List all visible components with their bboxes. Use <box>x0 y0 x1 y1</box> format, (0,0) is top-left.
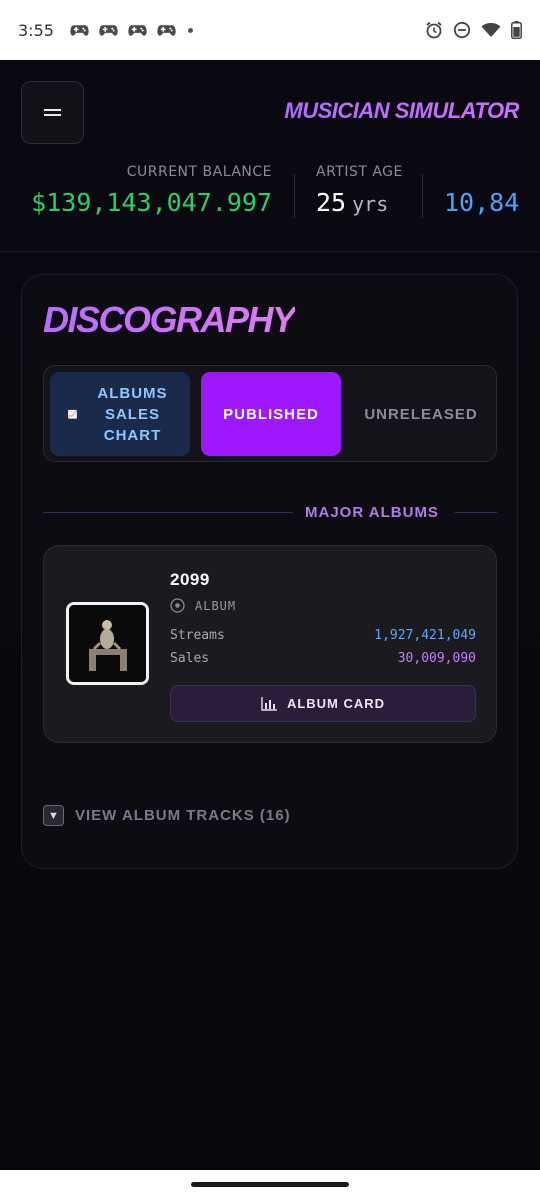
tab-chart-label: ALBUMS SALES CHART <box>97 384 168 444</box>
sales-row: Sales 30,009,090 <box>170 651 476 666</box>
third-stat-value: 10,84 <box>444 188 520 217</box>
stat-divider <box>294 174 295 218</box>
system-icons <box>425 21 522 39</box>
section-heading-text: MAJOR ALBUMS <box>305 504 439 521</box>
view-album-tracks-label: VIEW ALBUM TRACKS (16) <box>75 807 291 824</box>
tab-unreleased[interactable]: UNRELEASED <box>349 372 493 456</box>
alarm-icon <box>426 21 442 39</box>
more-notifications-dot <box>187 27 193 33</box>
menu-button[interactable] <box>21 81 84 144</box>
album-title: 2099 <box>170 570 210 589</box>
expand-triangle-icon: ▼ <box>43 805 64 826</box>
age-label: ARTIST AGE <box>316 164 403 180</box>
age-value-row: 25 yrs <box>316 188 403 217</box>
bar-chart-icon <box>261 696 277 711</box>
album-card-button[interactable]: ALBUM CARD <box>170 685 476 722</box>
app-title: MUSICIAN SIMULATOR <box>284 98 519 123</box>
sales-label: Sales <box>170 651 210 666</box>
age-unit: yrs <box>352 192 389 216</box>
app-header: MUSICIAN SIMULATOR CURRENT BALANCE $139,… <box>0 60 540 252</box>
disc-icon <box>170 598 185 613</box>
do-not-disturb-icon <box>453 21 471 39</box>
album-type-label: ALBUM <box>195 598 237 613</box>
status-bar: 3:55 <box>0 0 540 60</box>
third-stat: 10,84 <box>444 164 519 217</box>
game-controller-icon <box>128 24 147 36</box>
battery-icon <box>511 21 522 39</box>
section-heading: MAJOR ALBUMS <box>43 503 497 523</box>
album-cover-art <box>69 605 146 682</box>
album-cover[interactable] <box>66 602 149 685</box>
age-stat: ARTIST AGE 25 yrs <box>316 164 403 217</box>
tab-published[interactable]: PUBLISHED <box>201 372 341 456</box>
age-value: 25 <box>316 188 347 217</box>
stat-divider <box>422 174 423 218</box>
balance-stat: CURRENT BALANCE $139,143,047.997 <box>31 164 272 217</box>
gesture-nav-bar <box>0 1170 540 1200</box>
balance-value: $139,143,047.997 <box>31 188 272 217</box>
game-controller-icon <box>99 24 118 36</box>
streams-value: 1,927,421,049 <box>374 628 476 643</box>
streams-row: Streams 1,927,421,049 <box>170 628 476 643</box>
notification-icons <box>70 23 193 38</box>
wifi-icon <box>481 23 501 37</box>
game-controller-icon <box>157 24 176 36</box>
game-controller-icon <box>70 24 89 36</box>
sales-value: 30,009,090 <box>397 651 476 666</box>
section-divider-left <box>43 512 293 513</box>
status-time: 3:55 <box>18 20 54 40</box>
discography-tabs: 📈 ALBUMS SALES CHART PUBLISHED UNRELEASE… <box>43 365 497 462</box>
tab-albums-sales-chart[interactable]: 📈 ALBUMS SALES CHART <box>50 372 190 456</box>
stats-bar: CURRENT BALANCE $139,143,047.997 ARTIST … <box>0 164 540 224</box>
app-screen: MUSICIAN SIMULATOR CURRENT BALANCE $139,… <box>0 60 540 1170</box>
album-type: ALBUM <box>170 598 236 613</box>
view-album-tracks-toggle[interactable]: ▼ VIEW ALBUM TRACKS (16) <box>43 805 291 826</box>
album-item: 2099 ALBUM Streams 1,927,421,049 Sales 3… <box>43 545 497 743</box>
chart-icon: 📈 <box>67 409 79 419</box>
home-gesture-handle[interactable] <box>191 1182 349 1187</box>
balance-label: CURRENT BALANCE <box>126 164 272 180</box>
section-divider-right <box>455 512 497 513</box>
menu-icon <box>44 106 61 119</box>
discography-card: DISCOGRAPHY 📈 ALBUMS SALES CHART PUBLISH… <box>21 274 518 869</box>
streams-label: Streams <box>170 628 225 643</box>
album-card-label: ALBUM CARD <box>286 696 386 711</box>
discography-title: DISCOGRAPHY <box>43 299 296 340</box>
